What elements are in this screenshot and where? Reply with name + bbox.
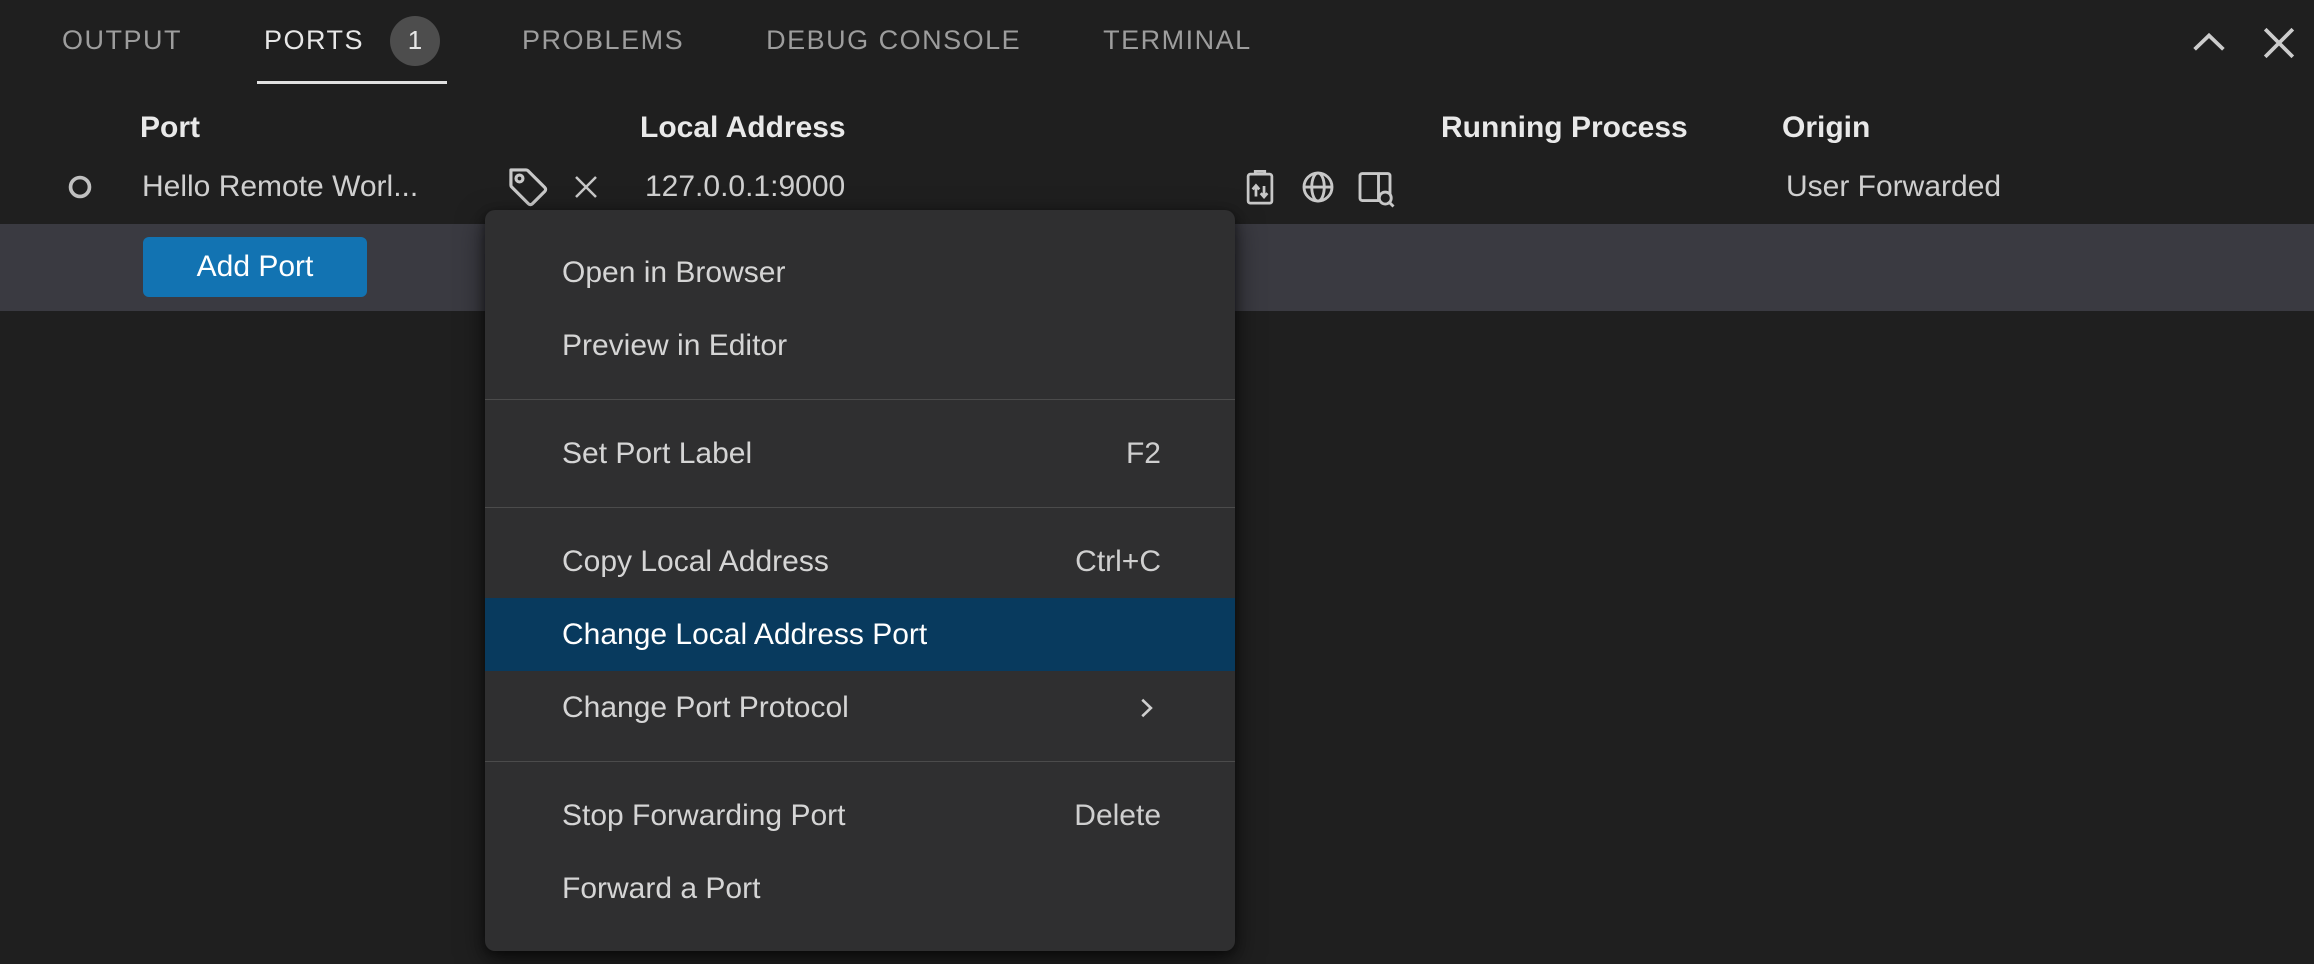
local-address-value: 127.0.0.1:9000	[645, 170, 845, 204]
submenu-chevron-icon	[1131, 693, 1161, 723]
tab-terminal[interactable]: TERMINAL	[1096, 0, 1259, 84]
port-context-menu: Open in Browser Preview in Editor Set Po…	[485, 210, 1235, 951]
tab-ports-label: PORTS	[264, 25, 364, 56]
ports-count-badge: 1	[390, 16, 440, 66]
menu-separator	[485, 761, 1235, 762]
chevron-up-icon	[2186, 20, 2232, 66]
tag-icon	[506, 165, 550, 209]
menu-shortcut: Delete	[1074, 799, 1161, 833]
menu-item-set-port-label[interactable]: Set Port Label F2	[485, 417, 1235, 490]
tab-problems-label: PROBLEMS	[522, 25, 684, 56]
menu-shortcut: F2	[1126, 437, 1161, 471]
menu-item-label: Open in Browser	[562, 256, 785, 290]
menu-item-forward-a-port[interactable]: Forward a Port	[485, 852, 1235, 925]
tab-problems[interactable]: PROBLEMS	[515, 0, 691, 84]
menu-item-label: Preview in Editor	[562, 329, 787, 363]
menu-item-preview-in-editor[interactable]: Preview in Editor	[485, 309, 1235, 382]
copy-local-address-button[interactable]	[1240, 165, 1280, 209]
menu-item-copy-local-address[interactable]: Copy Local Address Ctrl+C	[485, 525, 1235, 598]
set-port-label-button[interactable]	[503, 162, 553, 212]
menu-item-label: Stop Forwarding Port	[562, 799, 845, 833]
ports-panel: OUTPUT PORTS 1 PROBLEMS DEBUG CONSOLE TE…	[0, 0, 2314, 964]
menu-item-label: Change Port Protocol	[562, 691, 849, 725]
tab-output[interactable]: OUTPUT	[55, 0, 189, 84]
tab-debug-console-label: DEBUG CONSOLE	[766, 25, 1021, 56]
tab-ports[interactable]: PORTS 1	[257, 0, 447, 84]
header-origin: Origin	[1782, 105, 1870, 150]
tab-terminal-label: TERMINAL	[1103, 25, 1252, 56]
header-running-process: Running Process	[1441, 105, 1688, 150]
close-icon	[2256, 20, 2302, 66]
ports-table-header: Port Local Address Running Process Origi…	[0, 105, 2314, 150]
add-port-button[interactable]: Add Port	[143, 237, 367, 297]
preview-in-editor-button[interactable]	[1356, 165, 1396, 209]
menu-item-label: Set Port Label	[562, 437, 752, 471]
header-local-address: Local Address	[640, 105, 846, 150]
header-port: Port	[140, 105, 200, 150]
close-panel-button[interactable]	[2250, 14, 2308, 72]
menu-separator	[485, 399, 1235, 400]
maximize-panel-button[interactable]	[2180, 14, 2238, 72]
origin-value: User Forwarded	[1786, 170, 2001, 204]
address-inline-actions	[1240, 165, 1396, 209]
menu-separator	[485, 507, 1235, 508]
menu-item-label: Copy Local Address	[562, 545, 829, 579]
stop-forwarding-button[interactable]	[563, 164, 609, 210]
panel-window-controls	[2180, 14, 2308, 72]
circle-outline-icon	[66, 173, 94, 201]
menu-item-open-in-browser[interactable]: Open in Browser	[485, 236, 1235, 309]
tab-output-label: OUTPUT	[62, 25, 182, 56]
menu-item-change-local-address-port[interactable]: Change Local Address Port	[485, 598, 1235, 671]
panel-tabbar: OUTPUT PORTS 1 PROBLEMS DEBUG CONSOLE TE…	[0, 0, 2314, 84]
menu-item-label: Forward a Port	[562, 872, 760, 906]
port-label: Hello Remote Worl...	[142, 170, 418, 204]
copy-local-address-icon	[1241, 167, 1279, 207]
menu-shortcut: Ctrl+C	[1075, 545, 1161, 579]
menu-item-stop-forwarding-port[interactable]: Stop Forwarding Port Delete	[485, 779, 1235, 852]
menu-item-label: Change Local Address Port	[562, 618, 927, 652]
close-icon	[570, 171, 602, 203]
open-preview-icon	[1356, 167, 1396, 207]
open-in-browser-button[interactable]	[1298, 165, 1338, 209]
tab-debug-console[interactable]: DEBUG CONSOLE	[759, 0, 1028, 84]
globe-icon	[1298, 167, 1338, 207]
menu-item-change-port-protocol[interactable]: Change Port Protocol	[485, 671, 1235, 744]
